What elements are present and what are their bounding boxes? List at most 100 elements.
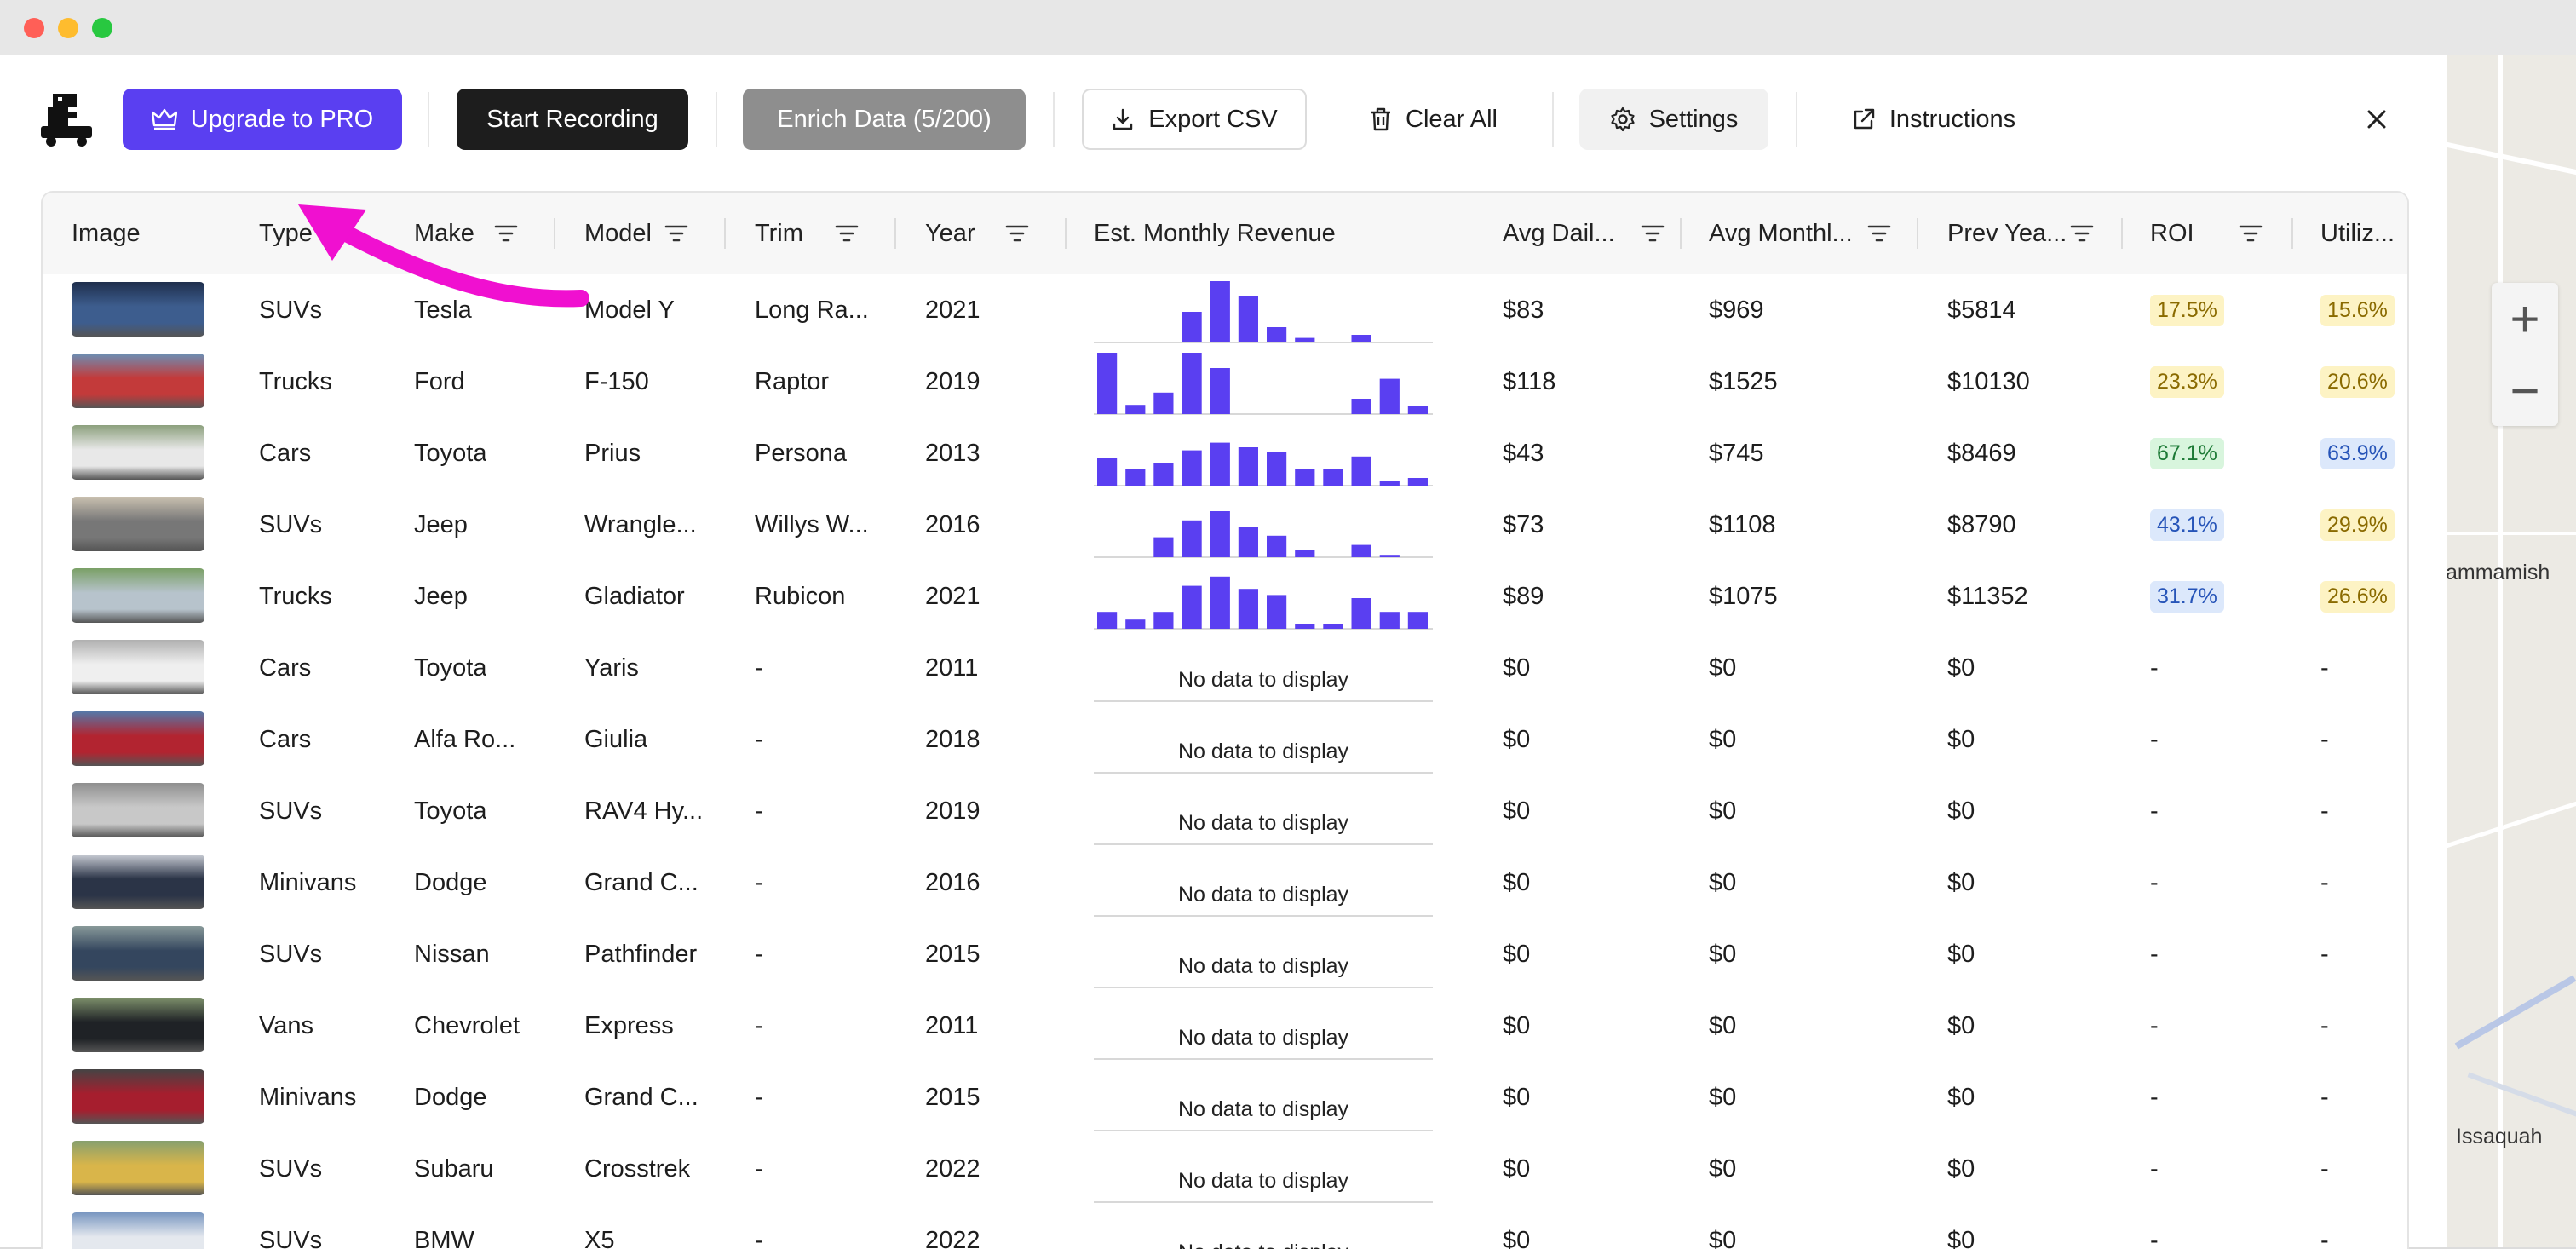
table-row[interactable]: Cars Toyota Prius Persona 2013 $43 $745 $8469 67… <box>43 417 2407 491</box>
map-view[interactable]: + − ammamish Issaquah <box>2447 55 2576 1247</box>
table-row[interactable]: SUVs Subaru Crosstrek - 2022 No data to displ… <box>43 1133 2407 1206</box>
cell-type: SUVs <box>259 797 323 825</box>
cell-make: Alfa Ro... <box>414 725 516 753</box>
close-window-button[interactable] <box>24 18 44 38</box>
table-row[interactable]: SUVs BMW X5 - 2022 No data to display $0 $0 $0 - - <box>43 1205 2407 1249</box>
cell-roi: 67.1% <box>2150 417 2224 489</box>
column-header[interactable]: Utiliz... <box>2320 193 2395 274</box>
cell-type: Cars <box>259 725 312 753</box>
column-separator[interactable] <box>724 218 726 249</box>
cell-trim: - <box>755 868 763 896</box>
annotation-arrow-icon <box>298 204 589 308</box>
column-header[interactable]: Trim <box>755 193 803 274</box>
util-badge: 20.6% <box>2320 365 2395 398</box>
filter-icon[interactable] <box>664 223 688 244</box>
filter-icon[interactable] <box>2070 223 2094 244</box>
column-separator[interactable] <box>894 218 896 249</box>
filter-icon[interactable] <box>2239 223 2263 244</box>
column-header[interactable]: Avg Monthl... <box>1709 193 1853 274</box>
revenue-sparkline <box>1094 274 1433 346</box>
column-separator[interactable] <box>2291 218 2293 249</box>
cell-avg-monthly: $0 <box>1709 868 1737 896</box>
table-row[interactable]: Trucks Jeep Gladiator Rubicon 2021 $89 $1075 $1… <box>43 561 2407 634</box>
column-separator[interactable] <box>1065 218 1067 249</box>
column-header[interactable]: Avg Dail... <box>1503 193 1615 274</box>
column-separator[interactable] <box>1917 218 1918 249</box>
enrich-data-button[interactable]: Enrich Data (5/200) <box>743 89 1026 150</box>
cell-util: - <box>2320 1083 2329 1111</box>
cell-type: Minivans <box>259 868 357 896</box>
zoom-out-button[interactable]: − <box>2492 354 2558 426</box>
table-row[interactable]: SUVs Nissan Pathfinder - 2015 No data to disp… <box>43 918 2407 992</box>
revenue-bar <box>1295 550 1315 557</box>
cell-trim: Persona <box>755 439 848 467</box>
settings-label: Settings <box>1648 105 1739 133</box>
cell-year: 2021 <box>925 582 980 610</box>
red-truck-photo <box>72 354 204 408</box>
cell-model: Crosstrek <box>584 1154 691 1183</box>
zoom-in-button[interactable]: + <box>2492 283 2558 354</box>
cell-avg-daily: $0 <box>1503 868 1531 896</box>
cell-avg-daily: $0 <box>1503 940 1531 968</box>
export-csv-button[interactable]: Export CSV <box>1082 89 1307 150</box>
cell-model: Grand C... <box>584 1083 699 1111</box>
revenue-bar <box>1351 335 1371 342</box>
filter-icon[interactable] <box>1005 223 1029 244</box>
red-minivan-photo <box>72 1069 204 1124</box>
cell-util: - <box>2320 940 2329 968</box>
column-header[interactable]: Prev Yea... <box>1947 193 2067 274</box>
cell-prev-year: $10130 <box>1947 367 2030 395</box>
column-header[interactable]: Est. Monthly Revenue <box>1094 193 1336 274</box>
column-separator[interactable] <box>2121 218 2123 249</box>
table-row[interactable]: Minivans Dodge Grand C... - 2016 No data to d… <box>43 847 2407 920</box>
cell-roi: - <box>2150 725 2159 753</box>
cell-prev-year: $0 <box>1947 653 1975 682</box>
cell-util: - <box>2320 1011 2329 1039</box>
table-row[interactable]: Cars Alfa Ro... Giulia - 2018 No data to disp… <box>43 704 2407 777</box>
start-recording-button[interactable]: Start Recording <box>457 89 688 150</box>
column-header[interactable]: Year <box>925 193 975 274</box>
no-data-text: No data to display <box>1177 883 1349 907</box>
instructions-button[interactable]: Instructions <box>1831 89 2036 150</box>
revenue-bar <box>1210 511 1230 557</box>
table-row[interactable]: SUVs Toyota RAV4 Hy... - 2019 No data to disp… <box>43 775 2407 849</box>
column-header[interactable]: Image <box>72 193 141 274</box>
cell-util: 15.6% <box>2320 274 2395 346</box>
cell-type: Minivans <box>259 1083 357 1111</box>
cell-trim: - <box>755 653 763 682</box>
column-header[interactable]: ROI <box>2150 193 2194 274</box>
cell-prev-year: $0 <box>1947 1154 1975 1183</box>
red-sedan-photo <box>72 711 204 766</box>
filter-icon[interactable] <box>1867 223 1891 244</box>
revenue-sparkline: No data to display <box>1094 990 1433 1062</box>
cell-prev-year: $11352 <box>1947 582 2028 610</box>
revenue-bar <box>1238 296 1258 342</box>
cell-model: Yaris <box>584 653 639 682</box>
table-row[interactable]: Vans Chevrolet Express - 2011 No data to disp… <box>43 990 2407 1063</box>
gear-icon <box>1610 106 1635 132</box>
column-separator[interactable] <box>1680 218 1682 249</box>
table-row[interactable]: Minivans Dodge Grand C... - 2015 No data to d… <box>43 1062 2407 1135</box>
upgrade-button[interactable]: Upgrade to PRO <box>123 89 402 150</box>
revenue-bar <box>1267 595 1287 629</box>
filter-icon[interactable] <box>835 223 859 244</box>
table-row[interactable]: Trucks Ford F-150 Raptor 2019 $118 $1525 $10130… <box>43 346 2407 419</box>
revenue-bar <box>1125 469 1146 486</box>
cell-roi: - <box>2150 1011 2159 1039</box>
no-data-text: No data to display <box>1177 1097 1349 1121</box>
table-row[interactable]: Cars Toyota Yaris - 2011 No data to display $0… <box>43 632 2407 705</box>
settings-button[interactable]: Settings <box>1579 89 1768 150</box>
sparkline-baseline <box>1094 1201 1433 1203</box>
maximize-window-button[interactable] <box>92 18 112 38</box>
revenue-bar <box>1210 368 1230 414</box>
minimize-window-button[interactable] <box>58 18 78 38</box>
revenue-bar <box>1295 469 1315 486</box>
table-row[interactable]: SUVs Jeep Wrangle... Willys W... 2016 $73 $110… <box>43 489 2407 562</box>
clear-all-button[interactable]: Clear All <box>1341 89 1527 150</box>
dark-minivan-photo <box>72 855 204 909</box>
cell-prev-year: $0 <box>1947 797 1975 825</box>
filter-icon[interactable] <box>1641 223 1665 244</box>
cell-avg-daily: $118 <box>1503 367 1556 395</box>
close-icon[interactable] <box>2358 101 2395 138</box>
map-zoom-control: + − <box>2492 283 2558 426</box>
